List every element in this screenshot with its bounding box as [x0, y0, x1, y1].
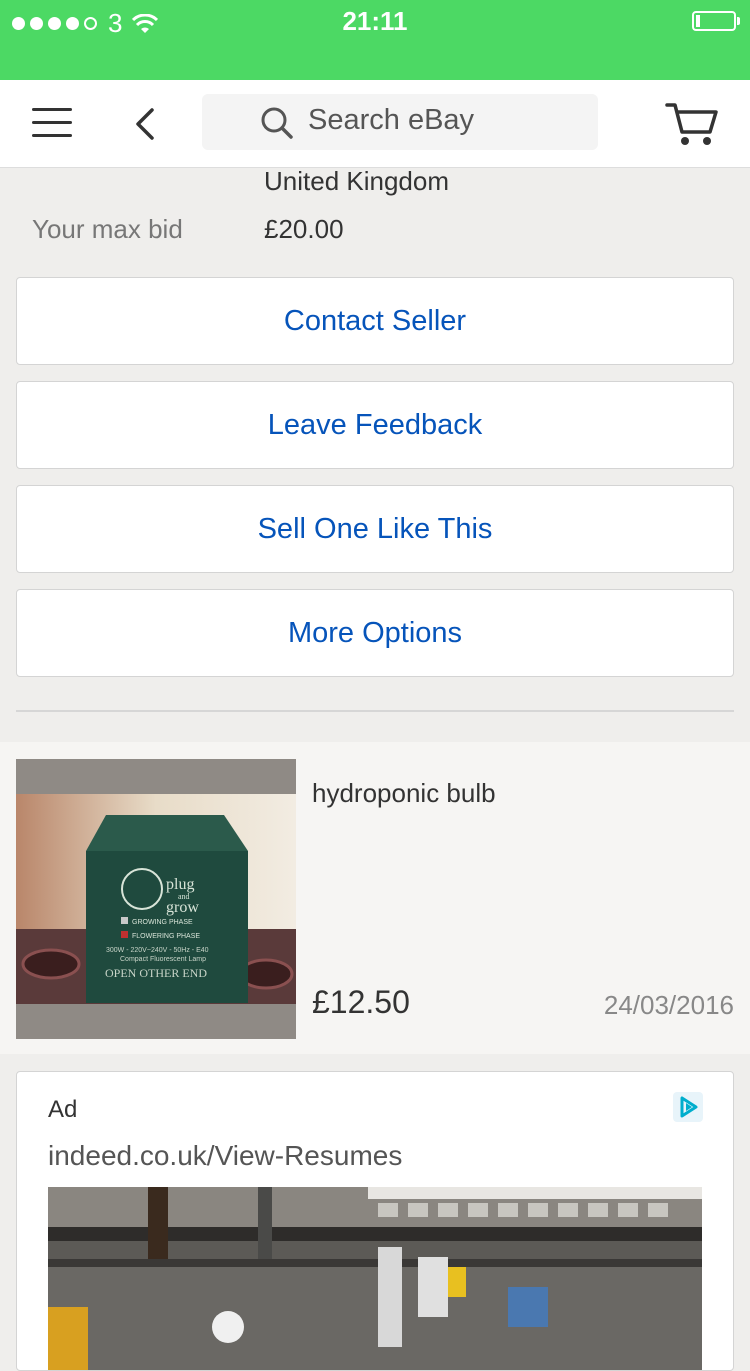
- search-input[interactable]: Search eBay: [202, 94, 598, 150]
- app-header: Search eBay: [0, 80, 750, 168]
- image-text: GROWING PHASE: [132, 919, 193, 926]
- ad-label: Ad: [48, 1096, 78, 1123]
- ad-photo: [48, 1187, 702, 1370]
- seller-location: United Kingdom: [264, 166, 449, 196]
- ad-image[interactable]: [48, 1187, 702, 1370]
- status-time: 21:11: [342, 6, 408, 36]
- more-options-button[interactable]: More Options: [16, 589, 734, 677]
- max-bid-value: £20.00: [264, 214, 344, 244]
- cart-icon[interactable]: [664, 100, 720, 148]
- image-text: grow: [166, 899, 199, 916]
- leave-feedback-button[interactable]: Leave Feedback: [16, 381, 734, 469]
- image-text: OPEN OTHER END: [105, 966, 207, 980]
- ad-url-link[interactable]: indeed.co.uk/View-Resumes: [48, 1140, 402, 1172]
- image-text: Compact Fluorescent Lamp: [120, 956, 206, 963]
- contact-seller-button[interactable]: Contact Seller: [16, 277, 734, 365]
- image-text: 300W - 220V~240V - 50Hz - E40: [106, 947, 209, 954]
- sell-one-like-this-button[interactable]: Sell One Like This: [16, 485, 734, 573]
- search-placeholder: Search eBay: [308, 104, 475, 136]
- max-bid-label: Your max bid: [32, 214, 183, 244]
- item-title[interactable]: hydroponic bulb: [312, 778, 496, 809]
- item-thumbnail[interactable]: plug and grow GROWING PHASE FLOWERING PH…: [16, 759, 296, 1039]
- status-bar: 3 21:11: [0, 0, 750, 80]
- item-photo: plug and grow GROWING PHASE FLOWERING PH…: [16, 794, 296, 1004]
- battery-icon: [692, 11, 740, 31]
- image-text: FLOWERING PHASE: [132, 933, 200, 940]
- ad-card[interactable]: Ad indeed.co.uk/View-Resumes: [16, 1071, 734, 1371]
- search-icon: [261, 107, 293, 139]
- adchoices-icon[interactable]: [673, 1092, 703, 1122]
- section-divider: [16, 710, 734, 712]
- similar-item-card[interactable]: plug and grow GROWING PHASE FLOWERING PH…: [0, 742, 750, 1054]
- battery-level: [696, 15, 700, 27]
- back-icon[interactable]: [128, 102, 164, 146]
- image-text: plug: [166, 876, 194, 893]
- menu-icon[interactable]: [32, 108, 72, 138]
- item-price: £12.50: [312, 984, 410, 1020]
- item-date: 24/03/2016: [603, 990, 734, 1020]
